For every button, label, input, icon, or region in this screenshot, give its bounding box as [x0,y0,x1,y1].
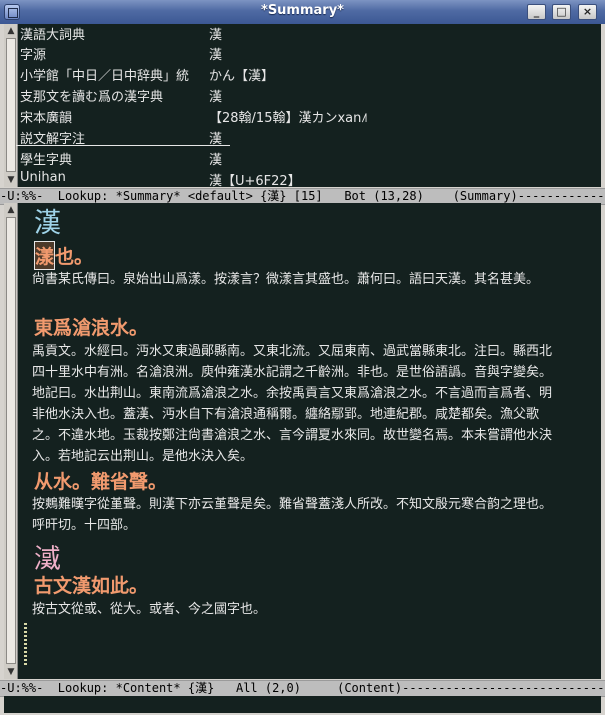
definition-heading: 漾也。 [34,241,93,270]
minibuffer[interactable] [4,696,601,713]
dictionary-name: 宋本廣韻 [20,111,73,126]
dictionary-entry: かん【漢】 [209,69,275,84]
summary-pane[interactable]: ▲ ▼ 漢語大詞典 漢 字源 漢 小学館「中日／日中辞典」統 かん【漢】 支那文… [4,24,601,187]
definition-heading: 東爲滄浪水。 [34,317,149,339]
content-text-area[interactable]: 漢 漾也。 尙書某氏傳曰。泉始出山爲漾。按漾言？微漾言其盛也。蕭何曰。語曰天漢。… [20,203,601,679]
title-bar: *Summary* _ □ × [0,0,605,25]
definition-heading: 古文漢如此。 [34,575,149,597]
dictionary-entry: 漢 [209,153,223,168]
close-button[interactable]: × [578,4,597,20]
dictionary-name: 漢語大詞典 [20,28,86,43]
dictionary-name: 字源 [20,48,47,63]
minimize-button[interactable]: _ [527,4,546,20]
text-cursor: 漾 [34,241,56,270]
scroll-up-icon[interactable]: ▲ [5,25,17,37]
scroll-thumb[interactable] [6,217,16,664]
maximize-button[interactable]: □ [552,4,571,20]
commentary-text: 按鷞難暵字從堇聲。則漢下亦云堇聲是矣。難省聲蓋淺人所改。不知文殷元寒合韵之理也。… [32,497,553,533]
headword: 漢 [34,208,61,239]
scroll-up-icon[interactable]: ▲ [5,204,17,216]
dictionary-entry: 漢 [209,90,223,105]
dictionary-entry: 【28翰/15翰】漢カンxan˩˥ [209,111,368,126]
dictionary-entry: 漢 [209,48,223,63]
dictionary-name: Unihan [20,170,66,185]
commentary-text: 尙書某氏傳曰。泉始出山爲漾。按漾言？微漾言其盛也。蕭何曰。語曰天漢。其名甚美。 [32,272,540,287]
fringe-indicator [24,623,27,667]
content-scrollbar[interactable]: ▲ ▼ [4,203,18,679]
definition-heading-rest: 也。 [55,246,94,268]
scroll-down-icon[interactable]: ▼ [5,174,17,186]
selection-underline [16,145,230,146]
scroll-down-icon[interactable]: ▼ [5,666,17,678]
definition-heading: 从水。難省聲。 [34,471,168,493]
dictionary-entry: 漢【U+6F22】 [209,174,301,187]
window-title: *Summary* [261,3,344,18]
content-pane[interactable]: ▲ ▼ 漢 漾也。 尙書某氏傳曰。泉始出山爲漾。按漾言？微漾言其盛也。蕭何曰。語… [4,203,601,679]
commentary-text: 禹貢文。水經曰。沔水又東過鄖縣南。又東北流。又屈東南、過武當縣東北。注曰。縣西北… [32,344,553,464]
scroll-thumb[interactable] [6,38,16,172]
dictionary-name: 支那文を讀む爲の漢字典 [20,90,164,105]
summary-scrollbar[interactable]: ▲ ▼ [4,24,18,187]
dictionary-name: 學生字典 [20,153,73,168]
commentary-text: 按古文從或、從大。或者、今之國字也。 [32,602,267,617]
content-mode-line: -U:%%- Lookup: *Content* {漢} All (2,0) (… [0,680,605,697]
dictionary-name: 小学館「中日／日中辞典」統 [20,69,190,84]
dictionary-entry: 漢 [209,28,223,43]
